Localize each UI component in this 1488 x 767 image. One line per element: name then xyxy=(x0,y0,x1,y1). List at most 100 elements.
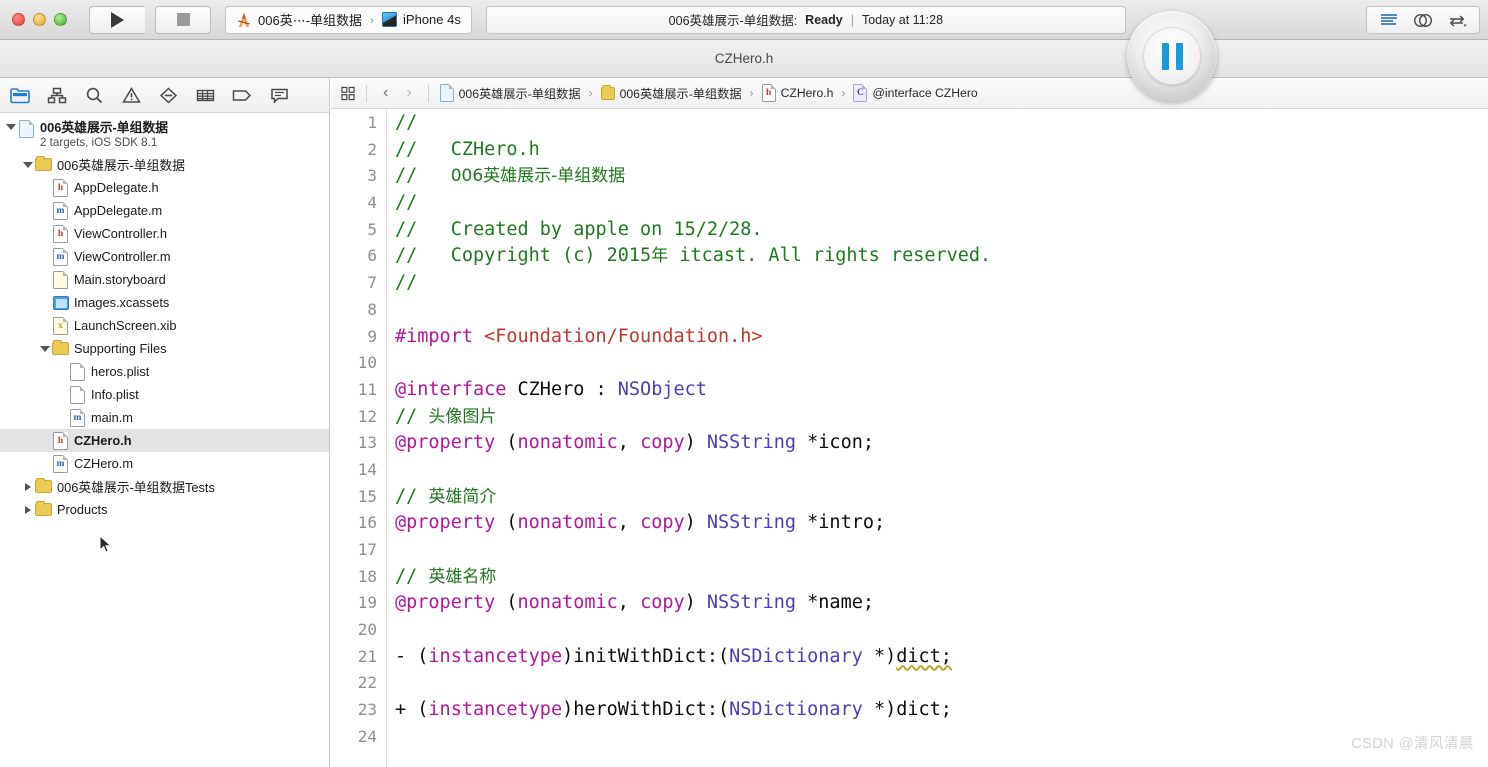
code-line[interactable]: // xyxy=(395,270,1488,297)
tree-row-Supporting Files[interactable]: Supporting Files xyxy=(0,337,329,360)
activity-status-bar: 006英雄展示-单组数据: Ready | Today at 11:28 xyxy=(485,5,1126,34)
code-line[interactable]: @property (nonatomic, copy) NSString *na… xyxy=(395,590,1488,617)
code-line[interactable]: // Copyright (c) 2015年 itcast. All right… xyxy=(395,243,1488,270)
tree-row-LaunchScreen.xib[interactable]: x LaunchScreen.xib xyxy=(0,314,329,337)
code-token: copy xyxy=(640,432,685,454)
code-line[interactable]: - (instancetype)initWithDict:(NSDictiona… xyxy=(395,644,1488,671)
code-line[interactable]: // 英雄简介 xyxy=(395,484,1488,511)
code-line[interactable]: #import <Foundation/Foundation.h> xyxy=(395,324,1488,351)
disclosure-triangle-icon[interactable] xyxy=(38,342,52,356)
source-file-icon: m xyxy=(52,201,69,220)
breadcrumb-separator-0: › xyxy=(588,86,593,100)
tree-row-ViewController.h[interactable]: h ViewController.h xyxy=(0,222,329,245)
report-navigator-icon[interactable] xyxy=(267,84,291,106)
code-line[interactable]: // 英雄名称 xyxy=(395,564,1488,591)
line-number: 17 xyxy=(357,540,377,559)
editor-standard-icon[interactable] xyxy=(1379,11,1399,29)
project-navigator-tree[interactable]: 006英雄展示-单组数据 2 targets, iOS SDK 8.1 006英雄展… xyxy=(0,113,329,521)
project-navigator-icon[interactable] xyxy=(8,84,32,106)
run-button[interactable] xyxy=(89,5,145,34)
navigate-back-button[interactable]: ‹ xyxy=(378,84,393,102)
code-line[interactable]: // 头像图片 xyxy=(395,404,1488,431)
code-token: NSDictionary xyxy=(729,699,863,721)
tree-row-006英雄展示-单组数据[interactable]: 006英雄展示-单组数据 2 targets, iOS SDK 8.1 xyxy=(0,119,329,153)
code-line[interactable]: // xyxy=(395,110,1488,137)
minimize-button[interactable] xyxy=(33,13,46,26)
code-token: instancetype xyxy=(428,699,563,721)
code-line[interactable]: @property (nonatomic, copy) NSString *in… xyxy=(395,510,1488,537)
breadcrumb-item-0[interactable]: 006英雄展示-单组数据 xyxy=(439,84,581,102)
disclosure-triangle-icon[interactable] xyxy=(21,503,35,517)
pause-recording-button[interactable] xyxy=(1127,11,1217,101)
editor-assistant-icon[interactable] xyxy=(1413,11,1433,29)
tree-row-Info.plist[interactable]: Info.plist xyxy=(0,383,329,406)
disclosure-triangle-icon[interactable] xyxy=(21,158,35,172)
issue-navigator-icon[interactable] xyxy=(119,84,143,106)
code-line[interactable]: + (instancetype)heroWithDict:(NSDictiona… xyxy=(395,697,1488,724)
code-line[interactable] xyxy=(395,350,1488,377)
header-file-icon: h xyxy=(761,84,776,102)
code-line[interactable]: @interface CZHero : NSObject xyxy=(395,377,1488,404)
code-lines[interactable]: //// CZHero.h// 006英雄展示-单组数据//// Created… xyxy=(395,110,1488,751)
code-line[interactable] xyxy=(395,297,1488,324)
tree-row-ViewController.m[interactable]: m ViewController.m xyxy=(0,245,329,268)
tree-row-AppDelegate.h[interactable]: h AppDelegate.h xyxy=(0,176,329,199)
code-line[interactable] xyxy=(395,537,1488,564)
symbol-navigator-icon[interactable] xyxy=(45,84,69,106)
tree-row-CZHero.h[interactable]: h CZHero.h xyxy=(0,429,329,452)
code-line[interactable]: // CZHero.h xyxy=(395,137,1488,164)
tree-row-main.m[interactable]: m main.m xyxy=(0,406,329,429)
debug-navigator-icon[interactable] xyxy=(193,84,217,106)
code-line[interactable] xyxy=(395,724,1488,751)
tree-row-AppDelegate.m[interactable]: m AppDelegate.m xyxy=(0,199,329,222)
tree-row-006英雄展示-单组数据Tests[interactable]: 006英雄展示-单组数据Tests xyxy=(0,475,329,498)
breakpoint-navigator-icon[interactable] xyxy=(230,84,254,106)
code-line[interactable] xyxy=(395,457,1488,484)
code-token: ( xyxy=(495,432,518,454)
code-line[interactable]: // 006英雄展示-单组数据 xyxy=(395,163,1488,190)
line-number: 5 xyxy=(367,219,377,239)
tree-row-006英雄展示-单组数据[interactable]: 006英雄展示-单组数据 xyxy=(0,153,329,176)
tree-row-Main.storyboard[interactable]: Main.storyboard xyxy=(0,268,329,291)
code-token: dict; xyxy=(896,645,952,667)
test-navigator-icon[interactable] xyxy=(156,84,180,106)
code-token: *icon; xyxy=(796,432,874,454)
zoom-button[interactable] xyxy=(54,13,67,26)
disclosure-triangle-icon[interactable] xyxy=(4,120,18,134)
class-symbol-icon: C xyxy=(853,84,868,102)
breadcrumb-item-2[interactable]: h CZHero.h xyxy=(761,84,833,102)
breadcrumb-separator-2: › xyxy=(841,86,846,100)
code-token: NSString xyxy=(706,512,797,534)
tree-row-heros.plist[interactable]: heros.plist xyxy=(0,360,329,383)
code-text-area[interactable]: 1 2 3 4 5 6 7 8 9 10 11 12 13 14 15 16 17 18 19 20 21 22 23 24 … xyxy=(331,110,1488,767)
code-line[interactable]: // xyxy=(395,190,1488,217)
breadcrumb-item-1[interactable]: 006英雄展示-单组数据 xyxy=(600,84,742,102)
navigate-forward-button[interactable]: › xyxy=(401,84,416,102)
scheme-selector[interactable]: 006英⋯-单组数据 › iPhone 4s xyxy=(225,5,472,34)
code-token: 英雄名称 xyxy=(428,566,497,587)
code-token: *name; xyxy=(796,592,874,614)
tree-row-label: main.m xyxy=(91,410,133,425)
editor-version-icon[interactable] xyxy=(1447,11,1467,29)
tree-row-CZHero.m[interactable]: m CZHero.m xyxy=(0,452,329,475)
stop-button[interactable] xyxy=(155,5,211,34)
disclosure-triangle-icon[interactable] xyxy=(21,480,35,494)
tree-row-label: LaunchScreen.xib xyxy=(74,318,177,333)
breadcrumb-item-3[interactable]: C @interface CZHero xyxy=(853,84,978,102)
breadcrumb-label: 006英雄展示-单组数据 xyxy=(458,87,581,101)
code-line[interactable]: @property (nonatomic, copy) NSString *ic… xyxy=(395,430,1488,457)
breadcrumb-separator-1: › xyxy=(749,86,754,100)
tree-row-Images.xcassets[interactable]: Images.xcassets xyxy=(0,291,329,314)
line-number: 9 xyxy=(367,326,377,346)
code-line[interactable]: // Created by apple on 15/2/28. xyxy=(395,217,1488,244)
code-line[interactable] xyxy=(395,617,1488,644)
find-navigator-icon[interactable] xyxy=(82,84,106,106)
related-items-icon[interactable] xyxy=(341,85,355,101)
close-button[interactable] xyxy=(12,13,25,26)
code-token: // xyxy=(395,192,418,214)
code-line[interactable] xyxy=(395,670,1488,697)
tree-row-Products[interactable]: Products xyxy=(0,498,329,521)
